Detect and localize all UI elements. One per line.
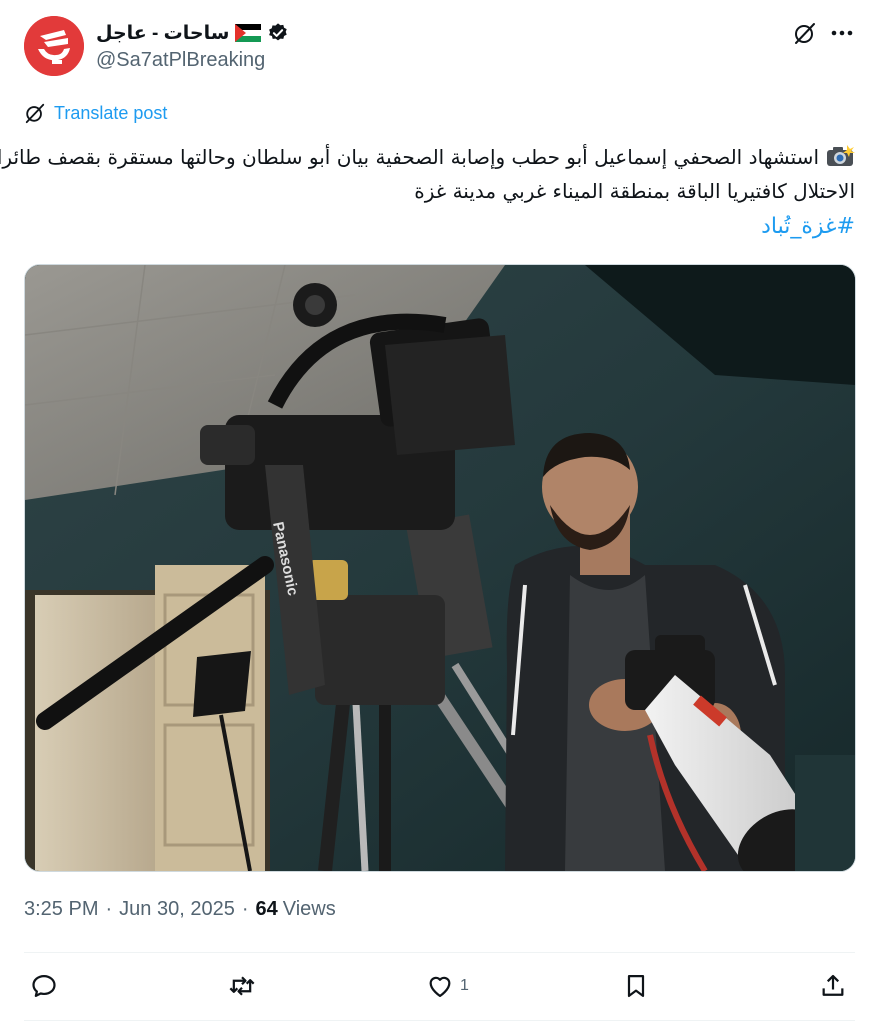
author-name-line[interactable]: ساحات - عاجل: [96, 20, 289, 46]
post-header: ساحات - عاجل @Sa7atPlBreaking: [24, 16, 855, 80]
post-text: استشهاد الصحفي إسماعيل أبو حطب وإصابة ال…: [0, 140, 855, 244]
post-date[interactable]: Jun 30, 2025: [119, 898, 235, 921]
share-button[interactable]: [819, 972, 853, 1000]
post-media-image[interactable]: Panasonic: [24, 264, 856, 872]
hashtag-link[interactable]: #غزة_تُباد: [24, 210, 855, 244]
post-meta: 3:25 PM · Jun 30, 2025 · 64 Views: [24, 898, 336, 921]
bookmark-icon: [627, 974, 645, 998]
action-bar: 1: [24, 968, 855, 1010]
grok-icon[interactable]: [793, 21, 817, 45]
views-label: Views: [282, 898, 336, 920]
author-display-name[interactable]: ساحات - عاجل: [96, 22, 229, 45]
author-handle[interactable]: @Sa7atPlBreaking: [96, 49, 265, 72]
journalist-photo: Panasonic: [25, 265, 855, 871]
more-options-icon[interactable]: [829, 22, 855, 44]
translate-post-link[interactable]: Translate post: [24, 102, 167, 124]
palestine-flag-icon: [235, 24, 262, 42]
like-button[interactable]: 1: [426, 972, 469, 1000]
repost-button[interactable]: [228, 972, 262, 1000]
heart-icon: [429, 976, 451, 998]
post-text-line-1: استشهاد الصحفي إسماعيل أبو حطب وإصابة ال…: [0, 140, 855, 174]
meta-separator: ·: [105, 898, 113, 920]
share-icon: [822, 974, 844, 996]
verified-badge-icon: [269, 23, 288, 41]
grok-translate-icon: [25, 103, 45, 124]
divider: [24, 1020, 855, 1021]
repost-icon: [229, 976, 255, 996]
avatar[interactable]: [24, 16, 84, 76]
reply-icon: [32, 974, 56, 998]
views-count: 64: [255, 898, 278, 920]
bookmark-button[interactable]: [622, 972, 656, 1000]
post-text-line-1-text: استشهاد الصحفي إسماعيل أبو حطب وإصابة ال…: [0, 145, 819, 169]
reply-button[interactable]: [30, 972, 64, 1000]
post-time[interactable]: 3:25 PM: [24, 898, 98, 921]
divider: [24, 952, 855, 953]
avatar-logo-icon: [24, 16, 84, 76]
translate-post-label[interactable]: Translate post: [54, 103, 167, 124]
meta-separator: ·: [241, 898, 249, 920]
like-count: 1: [460, 977, 469, 994]
camera-with-flash-icon: [827, 145, 855, 166]
post-text-line-2: الاحتلال كافتيريا الباقة بمنطقة الميناء …: [414, 179, 855, 203]
